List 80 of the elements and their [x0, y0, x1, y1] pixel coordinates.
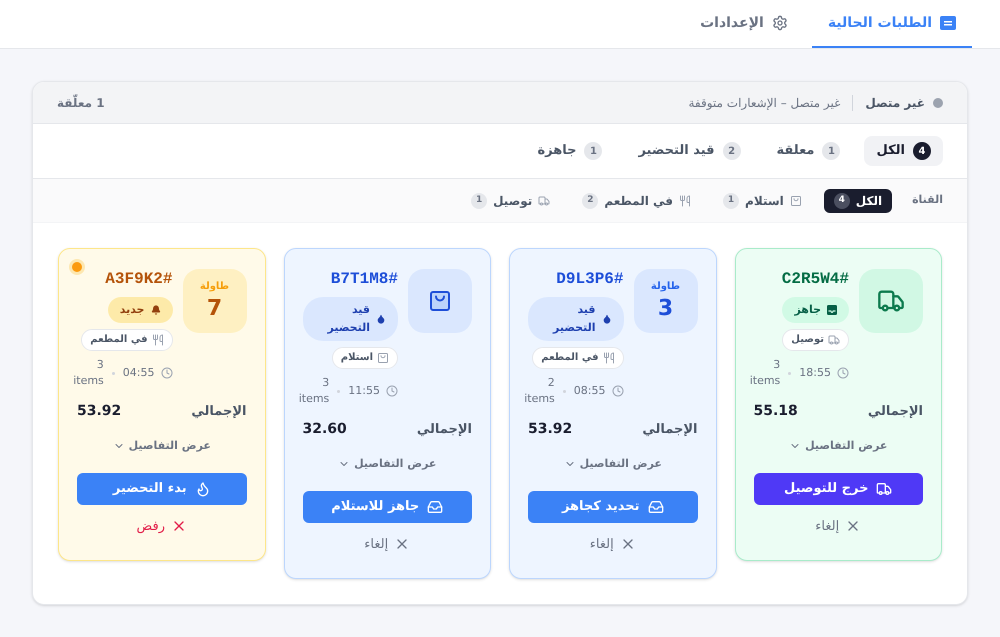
order-code: #D9L3P6 — [556, 269, 624, 289]
bell-icon — [150, 305, 160, 315]
inbox-icon — [648, 498, 664, 514]
truck-icon — [828, 334, 840, 346]
clock-icon — [160, 367, 172, 379]
list-icon — [940, 15, 956, 31]
clock-icon — [386, 385, 398, 397]
order-time: 11:55 — [348, 383, 380, 399]
inbox-icon — [427, 498, 444, 514]
connection-message: غير متصل – الإشعارات متوقفة — [688, 94, 840, 112]
filter-count: 1 — [723, 192, 740, 208]
utensils-icon — [152, 334, 164, 346]
filter-count: 2 — [582, 192, 598, 208]
total-amount: 55.18 — [754, 402, 798, 421]
total-amount: 32.60 — [302, 420, 347, 439]
total-label: الإجمالي — [868, 402, 923, 421]
dismiss-button[interactable]: إلغاء — [590, 534, 636, 554]
total-amount: 53.92 — [528, 420, 572, 439]
channel-text: استلام — [340, 351, 373, 365]
order-code: #C2R5W4 — [782, 269, 849, 289]
channel-text: توصيل — [791, 333, 824, 347]
bag-icon — [428, 289, 452, 313]
dismiss-button[interactable]: إلغاء — [815, 516, 862, 536]
details-toggle[interactable]: عرض التفاصيل — [112, 438, 211, 454]
dismiss-button[interactable]: رفض — [136, 516, 187, 536]
tray-icon — [827, 305, 837, 315]
nav-tab[interactable]: الإعدادات — [684, 0, 804, 48]
dismiss-button[interactable]: إلغاء — [364, 534, 410, 554]
utensils-icon — [679, 194, 692, 206]
channel-text: في المطعم — [90, 333, 148, 347]
details-toggle[interactable]: عرض التفاصيل — [789, 438, 888, 454]
table-number: 3 — [658, 295, 674, 323]
item-count: 3 items — [750, 357, 780, 389]
pending-count: 1 معلّقة — [57, 94, 105, 112]
filter-count: 4 — [834, 192, 850, 208]
item-count: 3 items — [298, 375, 330, 407]
item-count: 3 items — [73, 357, 104, 389]
settings-icon — [772, 15, 788, 31]
filter-count: 1 — [822, 142, 840, 160]
filter-count: 4 — [913, 142, 931, 160]
clock-icon — [612, 385, 624, 397]
channel-text: في المطعم — [541, 351, 598, 365]
channel-filter-label: القناة — [912, 192, 943, 208]
total-label: الإجمالي — [191, 402, 246, 421]
action-button[interactable]: جاهز للاستلام — [302, 490, 472, 522]
filter-count: 2 — [722, 142, 741, 160]
order-time: 18:55 — [799, 365, 831, 381]
table-label: طاولة — [200, 280, 230, 294]
truck-icon — [538, 194, 550, 206]
status-text: جديد — [120, 302, 144, 318]
details-toggle[interactable]: عرض التفاصيل — [564, 456, 662, 472]
filter-count: 1 — [471, 192, 488, 208]
item-count: 2 items — [524, 375, 555, 407]
connection-status: غير متصل — [865, 94, 925, 112]
bag-icon — [790, 194, 802, 206]
filter-count: 1 — [584, 142, 602, 160]
total-amount: 53.92 — [77, 402, 122, 421]
clock-icon — [837, 367, 849, 379]
truck-icon — [876, 480, 892, 496]
utensils-icon — [602, 352, 614, 364]
order-time: 04:55 — [122, 365, 154, 381]
flame-icon — [194, 480, 211, 496]
nav-tab[interactable]: الطلبات الحالية — [812, 0, 972, 48]
drop-icon — [602, 314, 612, 324]
total-label: الإجمالي — [642, 420, 698, 439]
action-button[interactable]: بدء التحضير — [77, 472, 246, 504]
status-text: جاهز — [794, 302, 821, 318]
details-toggle[interactable]: عرض التفاصيل — [338, 456, 436, 472]
status-text: قيد التحضير — [326, 302, 370, 336]
order-code: #A3F9K2 — [105, 269, 172, 289]
action-button[interactable]: تحديد كجاهز — [528, 490, 698, 522]
table-number: 7 — [206, 295, 222, 323]
action-button[interactable]: خرج للتوصيل — [754, 472, 923, 504]
total-label: الإجمالي — [416, 420, 472, 439]
order-time: 08:55 — [574, 383, 606, 399]
order-code: #B7T1M8 — [330, 269, 398, 289]
bag-icon — [377, 352, 389, 364]
drop-icon — [376, 314, 386, 324]
status-text: قيد التحضير — [552, 302, 596, 336]
table-label: طاولة — [650, 280, 680, 294]
